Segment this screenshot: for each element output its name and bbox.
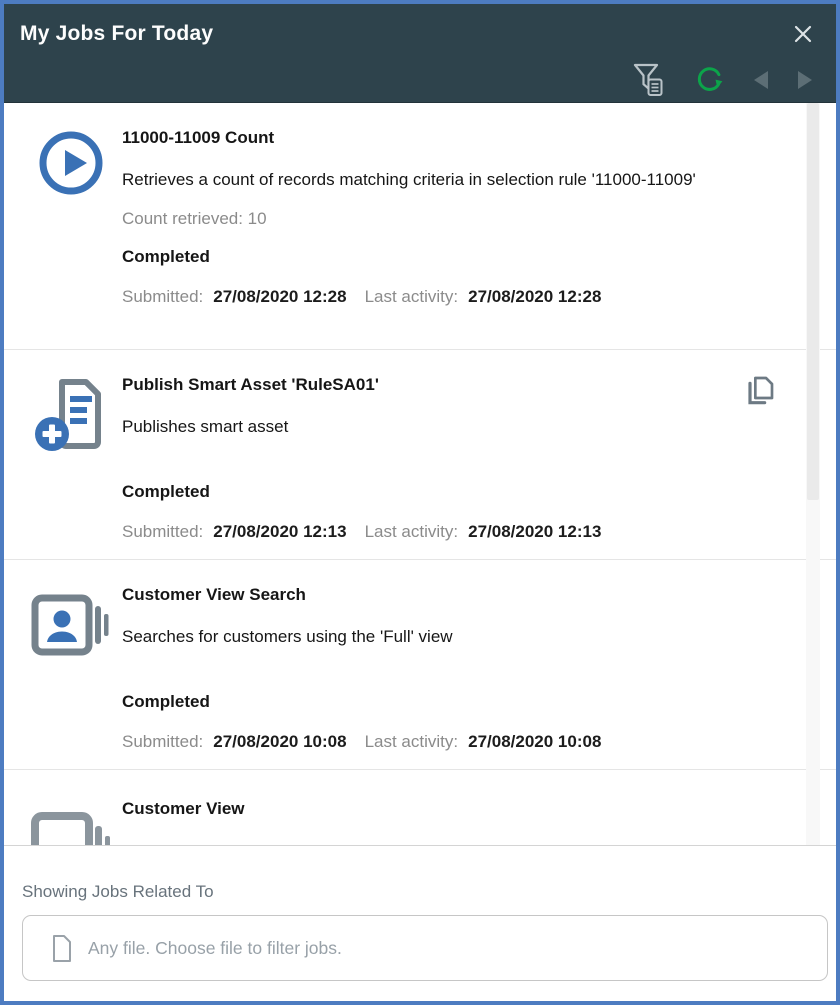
panel-footer: Showing Jobs Related To Any file. Choose…: [4, 845, 836, 1001]
job-timestamps: Submitted: 27/08/2020 12:13 Last activit…: [122, 521, 810, 543]
job-row-publish-smart-asset: Publish Smart Asset 'RuleSA01' Publishes…: [4, 350, 836, 560]
customer-view-search-icon: [31, 594, 111, 656]
job-status: Completed: [122, 481, 810, 503]
page-title: My Jobs For Today: [20, 22, 213, 46]
showing-jobs-related-to-label: Showing Jobs Related To: [22, 882, 820, 902]
job-timestamps: Submitted: 27/08/2020 12:28 Last activit…: [122, 286, 810, 308]
last-activity-label: Last activity:: [365, 286, 459, 308]
right-arrow-icon: [798, 71, 812, 89]
last-activity-value: 27/08/2020 12:28: [468, 286, 601, 308]
my-jobs-panel: My Jobs For Today: [0, 0, 840, 1005]
job-description: Retrieves a count of records matching cr…: [122, 167, 707, 192]
publish-smart-asset-icon: [34, 376, 108, 456]
last-activity-label: Last activity:: [365, 521, 459, 543]
job-row-count: 11000-11009 Count Retrieves a count of r…: [4, 103, 836, 350]
job-row-customer-view: Customer View: [4, 770, 836, 845]
filter-list-icon: [632, 62, 665, 97]
left-arrow-icon: [754, 71, 768, 89]
job-status: Completed: [122, 691, 810, 713]
job-description: Searches for customers using the 'Full' …: [122, 624, 707, 649]
submitted-label: Submitted:: [122, 731, 203, 753]
last-activity-value: 27/08/2020 10:08: [468, 731, 601, 753]
filter-jobs-button[interactable]: [632, 62, 665, 97]
last-activity-value: 27/08/2020 12:13: [468, 521, 601, 543]
document-file-icon: [51, 934, 73, 963]
scrollbar-thumb[interactable]: [807, 103, 819, 500]
job-description: Publishes smart asset: [122, 414, 707, 439]
submitted-label: Submitted:: [122, 521, 203, 543]
job-title: Publish Smart Asset 'RuleSA01': [122, 374, 810, 396]
submitted-value: 27/08/2020 12:13: [213, 521, 346, 543]
list-scrollbar[interactable]: [806, 103, 820, 845]
job-title: Customer View: [122, 798, 810, 820]
refresh-icon: [695, 65, 724, 94]
play-circle-icon: [37, 129, 105, 197]
job-status: Completed: [122, 246, 810, 268]
next-page-button[interactable]: [798, 71, 812, 89]
last-activity-label: Last activity:: [365, 731, 459, 753]
previous-page-button[interactable]: [754, 71, 768, 89]
copy-documents-icon: [744, 372, 776, 408]
job-row-customer-view-search: Customer View Search Searches for custom…: [4, 560, 836, 770]
panel-header: My Jobs For Today: [4, 4, 836, 103]
job-list: 11000-11009 Count Retrieves a count of r…: [4, 103, 836, 845]
close-icon: [790, 21, 816, 47]
job-title: 11000-11009 Count: [122, 127, 810, 149]
job-title: Customer View Search: [122, 584, 810, 606]
job-detail: Count retrieved: 10: [122, 208, 810, 230]
customer-view-icon: [31, 812, 111, 845]
submitted-label: Submitted:: [122, 286, 203, 308]
jobs-toolbar: [20, 62, 816, 97]
submitted-value: 27/08/2020 12:28: [213, 286, 346, 308]
job-timestamps: Submitted: 27/08/2020 10:08 Last activit…: [122, 731, 810, 753]
refresh-jobs-button[interactable]: [695, 65, 724, 94]
file-filter-placeholder: Any file. Choose file to filter jobs.: [88, 938, 342, 959]
file-filter-field[interactable]: Any file. Choose file to filter jobs.: [22, 915, 828, 981]
copy-job-button[interactable]: [744, 372, 776, 408]
submitted-value: 27/08/2020 10:08: [213, 731, 346, 753]
close-button[interactable]: [790, 21, 816, 47]
